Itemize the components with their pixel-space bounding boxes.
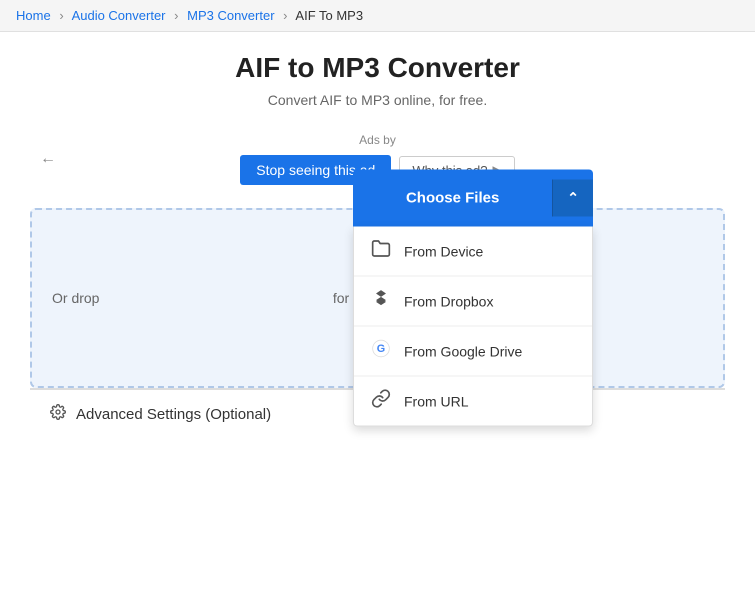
dropdown-container: Choose Files ⌃ From Device [353, 170, 593, 427]
drop-zone-wrapper: Or drop for more Choose Files ⌃ [30, 208, 725, 388]
from-url-label: From URL [404, 393, 469, 409]
drop-zone-text: Or drop for more [52, 290, 385, 306]
caret-up-icon: ⌃ [567, 190, 579, 207]
dropdown-menu: From Device From Dropbox [353, 227, 593, 427]
ad-back-arrow[interactable]: ← [40, 150, 56, 168]
dropbox-icon [370, 289, 392, 314]
main-content: AIF to MP3 Converter Convert AIF to MP3 … [0, 32, 755, 459]
dropdown-item-from-device[interactable]: From Device [354, 227, 592, 277]
from-dropbox-label: From Dropbox [404, 293, 493, 309]
folder-icon [370, 239, 392, 264]
choose-files-caret[interactable]: ⌃ [552, 180, 593, 217]
breadcrumb: Home › Audio Converter › MP3 Converter ›… [0, 0, 755, 32]
from-google-drive-label: From Google Drive [404, 343, 522, 359]
page-title: AIF to MP3 Converter [30, 52, 725, 84]
dropdown-item-from-dropbox[interactable]: From Dropbox [354, 277, 592, 327]
from-device-label: From Device [404, 243, 483, 259]
breadcrumb-audio-converter[interactable]: Audio Converter [72, 8, 166, 23]
dropdown-item-from-google-drive[interactable]: G From Google Drive [354, 327, 592, 377]
link-icon [370, 389, 392, 414]
dropdown-item-from-url[interactable]: From URL [354, 377, 592, 426]
breadcrumb-current: AIF To MP3 [295, 8, 363, 23]
choose-files-button[interactable]: Choose Files ⌃ [353, 170, 593, 227]
breadcrumb-sep-2: › [174, 8, 178, 23]
ads-by-label: Ads by [359, 133, 396, 147]
breadcrumb-sep-3: › [283, 8, 287, 23]
breadcrumb-home[interactable]: Home [16, 8, 51, 23]
svg-text:G: G [377, 343, 385, 355]
choose-files-label: Choose Files [353, 190, 552, 207]
google-drive-icon: G [370, 339, 392, 364]
advanced-settings-label: Advanced Settings (Optional) [76, 406, 271, 423]
breadcrumb-mp3-converter[interactable]: MP3 Converter [187, 8, 274, 23]
breadcrumb-sep-1: › [59, 8, 63, 23]
page-subtitle: Convert AIF to MP3 online, for free. [30, 92, 725, 108]
drop-zone[interactable]: Or drop for more Choose Files ⌃ [30, 208, 725, 388]
gear-icon [50, 404, 66, 425]
